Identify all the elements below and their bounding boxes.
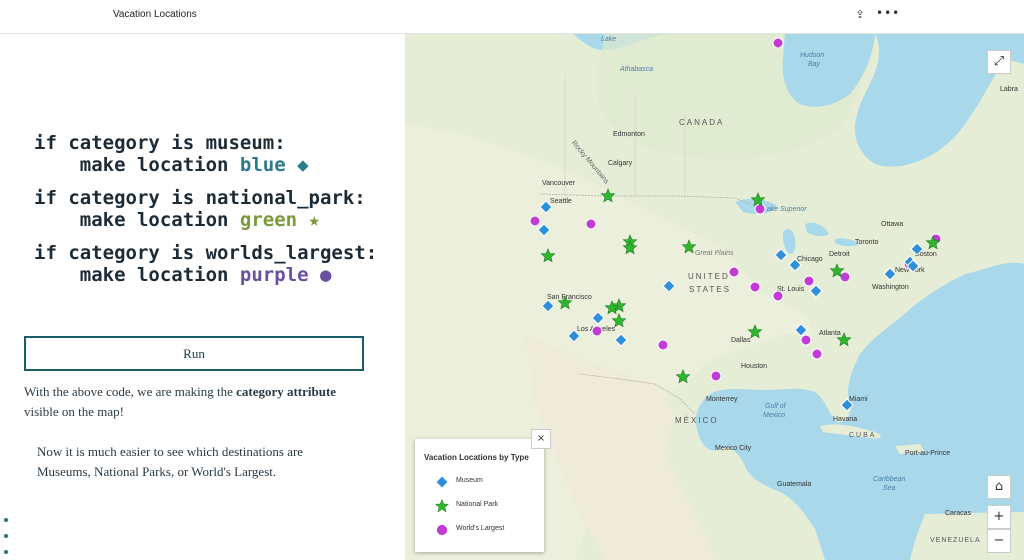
code-line: make location green ★ (34, 209, 320, 231)
museum-marker[interactable] (809, 284, 823, 298)
zoom-in-button[interactable]: + (987, 505, 1011, 529)
description-paragraph: Now it is much easier to see which desti… (37, 444, 304, 479)
worlds-largest-marker[interactable] (754, 203, 766, 215)
page-title: Vacation Locations (113, 9, 197, 20)
more-options-icon[interactable]: ••• (876, 6, 899, 22)
description-paragraph: With the above code, we are making the c… (24, 384, 337, 419)
star-icon (435, 499, 449, 513)
story-panel: if category is museum: make location blu… (0, 34, 405, 560)
worlds-largest-marker[interactable] (772, 290, 784, 302)
code-line: if category is worlds_largest: (34, 242, 378, 264)
worlds-largest-marker[interactable] (803, 275, 815, 287)
museum-marker[interactable] (541, 299, 555, 313)
close-icon[interactable]: × (531, 429, 551, 449)
museum-marker[interactable] (794, 323, 808, 337)
code-line: make location purple ● (34, 264, 332, 286)
top-bar: Vacation Locations ⇪ ••• (0, 0, 1024, 34)
code-line: if category is museum: (34, 132, 286, 154)
nav-dot[interactable] (4, 518, 8, 522)
national-park-marker[interactable] (675, 369, 691, 384)
run-button[interactable]: Run (24, 336, 364, 371)
museum-marker[interactable] (910, 242, 924, 256)
national-park-marker[interactable] (557, 295, 573, 310)
national-park-marker[interactable] (540, 248, 556, 263)
museum-marker[interactable] (788, 258, 802, 272)
worlds-largest-marker[interactable] (591, 325, 603, 337)
worlds-largest-marker[interactable] (749, 281, 761, 293)
expand-icon[interactable]: ⤢ (987, 50, 1011, 74)
national-park-marker[interactable] (750, 192, 766, 207)
worlds-largest-marker[interactable] (839, 271, 851, 283)
museum-marker[interactable] (662, 279, 676, 293)
nav-dot[interactable] (4, 534, 8, 538)
code-block: if category is museum: make location blu… (34, 132, 377, 286)
museum-marker[interactable] (537, 223, 551, 237)
legend-title: Vacation Locations by Type (424, 453, 529, 462)
museum-marker[interactable] (591, 311, 605, 325)
map-legend: Vacation Locations by Type Museum Nation… (415, 439, 544, 552)
worlds-largest-marker[interactable] (811, 348, 823, 360)
worlds-largest-marker[interactable] (529, 215, 541, 227)
museum-marker[interactable] (567, 329, 581, 343)
worlds-largest-marker[interactable] (772, 37, 784, 49)
worlds-largest-marker[interactable] (800, 334, 812, 346)
national-park-marker[interactable] (604, 300, 620, 315)
worlds-largest-marker[interactable] (585, 218, 597, 230)
code-line: make location blue ◆ (34, 154, 309, 176)
circle-icon (436, 524, 448, 536)
national-park-marker[interactable] (622, 240, 638, 255)
national-park-marker[interactable] (747, 324, 763, 339)
worlds-largest-marker[interactable] (710, 370, 722, 382)
zoom-out-button[interactable]: − (987, 529, 1011, 553)
national-park-marker[interactable] (836, 332, 852, 347)
share-icon[interactable]: ⇪ (852, 8, 868, 24)
national-park-marker[interactable] (611, 313, 627, 328)
museum-marker[interactable] (774, 248, 788, 262)
home-icon[interactable]: ⌂ (987, 475, 1011, 499)
code-line: if category is national_park: (34, 187, 366, 209)
national-park-marker[interactable] (600, 188, 616, 203)
museum-marker[interactable] (883, 267, 897, 281)
diamond-icon (435, 475, 449, 489)
worlds-largest-marker[interactable] (728, 266, 740, 278)
museum-marker[interactable] (614, 333, 628, 347)
nav-dot[interactable] (4, 550, 8, 554)
map-view[interactable]: Lake Athabasca Hudson Bay Labra CANADA E… (405, 34, 1024, 560)
museum-marker[interactable] (539, 200, 553, 214)
worlds-largest-marker[interactable] (657, 339, 669, 351)
museum-marker[interactable] (840, 398, 854, 412)
national-park-marker[interactable] (681, 239, 697, 254)
